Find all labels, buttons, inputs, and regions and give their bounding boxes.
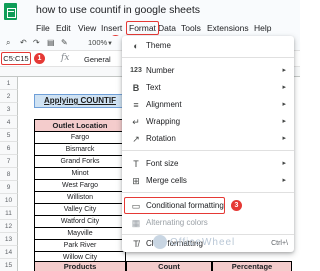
number-icon: 123	[130, 67, 142, 74]
fx-icon: fx	[61, 53, 70, 63]
row-number[interactable]: 1	[0, 77, 18, 90]
undo-icon[interactable]: ↶	[20, 38, 27, 48]
menu-item-label: Alignment	[146, 100, 182, 109]
menu-item-number[interactable]: 123 Number ▸	[122, 63, 294, 79]
submenu-arrow-icon: ▸	[282, 118, 286, 125]
sheet-banner[interactable]: Applying COUNTIF	[34, 94, 134, 108]
count-header[interactable]: Count	[126, 261, 212, 271]
row-number[interactable]: 2	[0, 90, 18, 103]
menu-item-label: Wrapping	[146, 117, 181, 126]
menu-item-label: Text	[146, 83, 161, 92]
outlet-cell[interactable]: Bismarck	[34, 144, 126, 156]
submenu-arrow-icon: ▸	[282, 67, 286, 74]
menu-view[interactable]: View	[78, 23, 96, 33]
menu-data[interactable]: Data	[158, 23, 176, 33]
row-number[interactable]: 3	[0, 103, 18, 116]
row-number[interactable]: 4	[0, 116, 18, 129]
sheets-logo-icon[interactable]	[4, 3, 17, 20]
font-size-icon: T	[133, 159, 139, 169]
submenu-arrow-icon: ▸	[282, 135, 286, 142]
watermark: OfficeWheel	[170, 237, 236, 248]
outlet-cell[interactable]: Mayville	[34, 228, 126, 240]
row-number[interactable]: 11	[0, 207, 18, 220]
outlet-cell[interactable]: Park River	[34, 240, 126, 252]
menu-extensions[interactable]: Extensions	[207, 23, 249, 33]
row-number[interactable]: 10	[0, 194, 18, 207]
menu-item-theme[interactable]: ◐ Theme	[122, 38, 294, 54]
menu-item-label: Merge cells	[146, 176, 187, 185]
outlet-cell[interactable]: Watford City	[34, 216, 126, 228]
step-3-badge: 3	[231, 200, 242, 211]
menu-tools[interactable]: Tools	[181, 23, 201, 33]
row-number[interactable]: 15	[0, 259, 18, 271]
row-number[interactable]: 14	[0, 246, 18, 259]
zoom-select[interactable]: 100%	[88, 38, 107, 47]
search-menus-icon[interactable]: ⌕	[6, 38, 10, 48]
menu-item-text[interactable]: B Text ▸	[122, 80, 294, 96]
step-1-badge: 1	[34, 53, 45, 64]
outlet-cell[interactable]: Grand Forks	[34, 156, 126, 168]
outlet-cell[interactable]: Fargo	[34, 132, 126, 144]
row-number[interactable]: 6	[0, 142, 18, 155]
format-menu-highlight	[126, 21, 159, 35]
zoom-chevron-down-icon[interactable]: ▼	[107, 39, 113, 49]
menu-item-label: Rotation	[146, 134, 176, 143]
redo-icon[interactable]: ↷	[33, 38, 40, 48]
theme-icon: ◐	[133, 41, 139, 51]
alignment-icon: ≡	[133, 100, 139, 110]
menu-insert[interactable]: Insert	[101, 23, 122, 33]
menu-divider	[122, 57, 294, 58]
menu-edit[interactable]: Edit	[56, 23, 71, 33]
menu-item-merge-cells[interactable]: ⊞ Merge cells ▸	[122, 173, 294, 189]
print-icon[interactable]: ▤	[47, 38, 55, 48]
name-box-highlight	[1, 52, 31, 65]
outlet-cell[interactable]: Valley City	[34, 204, 126, 216]
row-number[interactable]: 12	[0, 220, 18, 233]
menu-item-label: Alternating colors	[146, 218, 208, 227]
row-number[interactable]: 5	[0, 129, 18, 142]
menu-file[interactable]: File	[36, 23, 50, 33]
conditional-formatting-highlight	[124, 197, 225, 214]
menu-item-shortcut: Ctrl+\	[271, 240, 288, 247]
row-number[interactable]: 13	[0, 233, 18, 246]
menu-item-label: Theme	[146, 41, 171, 50]
percentage-header[interactable]: Percentage	[212, 261, 292, 271]
menu-item-label: Number	[146, 66, 175, 75]
row-number[interactable]: 7	[0, 155, 18, 168]
products-header[interactable]: Products	[34, 261, 126, 271]
outlet-cell[interactable]: West Fargo	[34, 180, 126, 192]
menu-divider	[122, 192, 294, 193]
menu-item-label: Font size	[146, 159, 179, 168]
menu-item-rotation[interactable]: ↗ Rotation ▸	[122, 131, 294, 147]
row-number[interactable]: 8	[0, 168, 18, 181]
menu-divider	[122, 150, 294, 151]
wrapping-icon: ↵	[132, 117, 140, 127]
formula-input[interactable]: General	[84, 55, 111, 64]
alternating-colors-icon: ▦	[131, 218, 141, 228]
format-dropdown-menu: ◐ Theme 123 Number ▸ B Text ▸ ≡ Alignmen…	[122, 36, 294, 252]
text-bold-icon: B	[132, 83, 140, 93]
rotation-icon: ↗	[132, 134, 140, 144]
submenu-arrow-icon: ▸	[282, 177, 286, 184]
menu-divider	[122, 234, 294, 235]
outlet-cell[interactable]: Williston	[34, 192, 126, 204]
menu-item-font-size[interactable]: T Font size ▸	[122, 156, 294, 172]
paint-format-icon[interactable]: ✎	[61, 38, 68, 48]
title-bar: how to use countif in google sheets	[0, 0, 300, 22]
submenu-arrow-icon: ▸	[282, 160, 286, 167]
document-title[interactable]: how to use countif in google sheets	[36, 4, 200, 16]
row-number[interactable]: 9	[0, 181, 18, 194]
menu-item-alternating-colors[interactable]: ▦ Alternating colors	[122, 215, 294, 231]
merge-cells-icon: ⊞	[132, 176, 140, 186]
outlet-cell[interactable]: Minot	[34, 168, 126, 180]
menu-item-alignment[interactable]: ≡ Alignment ▸	[122, 97, 294, 113]
officewheel-logo-icon	[153, 235, 167, 249]
menu-help[interactable]: Help	[254, 23, 271, 33]
clear-formatting-icon: T̸	[133, 239, 139, 249]
submenu-arrow-icon: ▸	[282, 84, 286, 91]
outlet-location-header[interactable]: Outlet Location	[34, 119, 126, 132]
submenu-arrow-icon: ▸	[282, 101, 286, 108]
menu-item-wrapping[interactable]: ↵ Wrapping ▸	[122, 114, 294, 130]
